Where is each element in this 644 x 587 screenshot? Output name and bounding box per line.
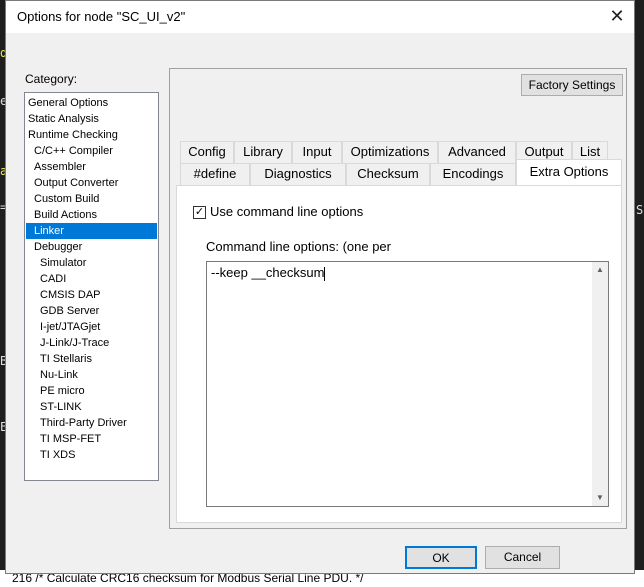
tab-checksum[interactable]: Checksum [346,163,430,185]
category-item[interactable]: PE micro [26,383,157,399]
tab-library[interactable]: Library [234,141,292,163]
category-item[interactable]: Runtime Checking [26,127,157,143]
category-item[interactable]: ST-LINK [26,399,157,415]
use-cmd-options-checkbox[interactable]: ✓ [193,206,206,219]
category-item[interactable]: Static Analysis [26,111,157,127]
scroll-up-icon[interactable]: ▲ [592,262,608,278]
cmd-options-textarea[interactable]: --keep __checksum ▲ ▼ [206,261,609,507]
category-item[interactable]: CADI [26,271,157,287]
tab-input[interactable]: Input [292,141,342,163]
category-item[interactable]: I-jet/JTAGjet [26,319,157,335]
extra-options-page: ✓ Use command line options Command line … [176,185,622,523]
category-item[interactable]: Simulator [26,255,157,271]
bg-char: S [636,203,644,217]
dialog-title: Options for node "SC_UI_v2" [17,9,186,24]
category-item[interactable]: Linker [26,223,157,239]
category-item[interactable]: Assembler [26,159,157,175]
cmd-options-label: Command line options: (one per [206,239,391,254]
category-item[interactable]: Debugger [26,239,157,255]
textarea-scrollbar[interactable]: ▲ ▼ [592,262,608,506]
cmd-options-value: --keep __checksum [211,265,325,280]
tab-define[interactable]: #define [180,163,250,185]
tab-extra-options[interactable]: Extra Options [516,159,622,185]
category-item[interactable]: Custom Build [26,191,157,207]
category-list[interactable]: General Options Static Analysis Runtime Ch… [24,92,159,481]
category-item[interactable]: GDB Server [26,303,157,319]
category-item[interactable]: Nu-Link [26,367,157,383]
category-item[interactable]: Output Converter [26,175,157,191]
category-item[interactable]: TI MSP-FET [26,431,157,447]
tab-encodings[interactable]: Encodings [430,163,516,185]
options-panel: Factory Settings Config Library Input Op… [169,68,627,529]
category-label: Category: [25,72,78,86]
tab-config[interactable]: Config [180,141,234,163]
category-item[interactable]: J-Link/J-Trace [26,335,157,351]
category-item[interactable]: Third-Party Driver [26,415,157,431]
options-dialog: Options for node "SC_UI_v2" ✕ Category: … [5,0,635,574]
factory-settings-button[interactable]: Factory Settings [521,74,623,96]
cancel-button[interactable]: Cancel [485,546,560,569]
close-icon[interactable]: ✕ [606,6,628,26]
text-caret [324,266,326,281]
use-cmd-options-label[interactable]: Use command line options [210,204,363,219]
category-item[interactable]: TI XDS [26,447,157,463]
category-item[interactable]: General Options [26,95,157,111]
ok-button[interactable]: OK [405,546,477,569]
tab-optimizations[interactable]: Optimizations [342,141,438,163]
tab-advanced[interactable]: Advanced [438,141,516,163]
category-item[interactable]: TI Stellaris [26,351,157,367]
category-item[interactable]: CMSIS DAP [26,287,157,303]
title-bar: Options for node "SC_UI_v2" ✕ [6,1,634,33]
tab-diagnostics[interactable]: Diagnostics [250,163,346,185]
scroll-down-icon[interactable]: ▼ [592,490,608,506]
category-item[interactable]: Build Actions [26,207,157,223]
category-item[interactable]: C/C++ Compiler [26,143,157,159]
